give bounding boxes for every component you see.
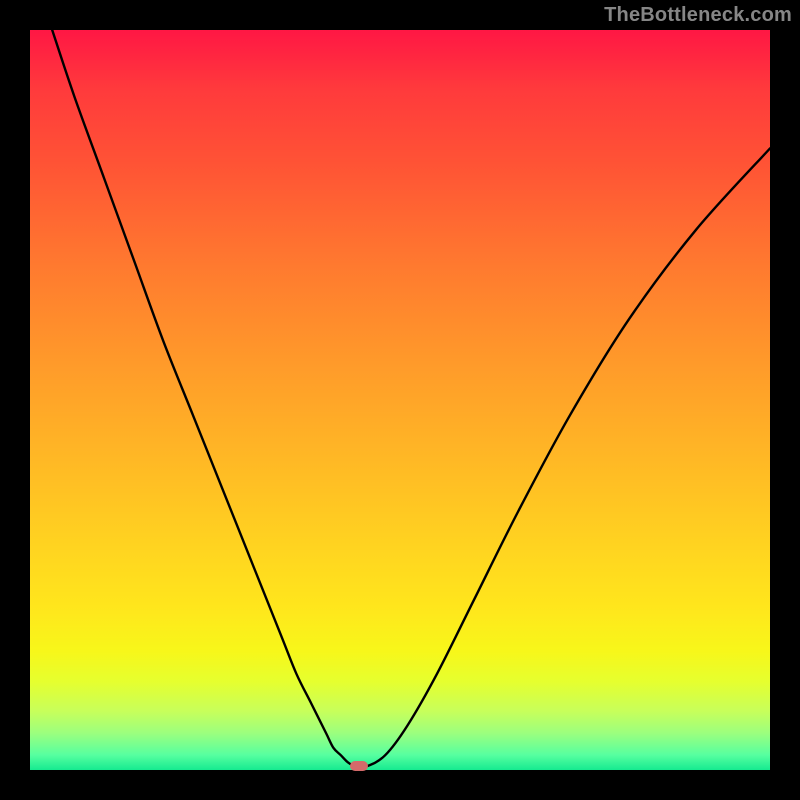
plot-area bbox=[30, 30, 770, 770]
optimal-point-marker bbox=[350, 761, 368, 771]
bottleneck-curve bbox=[30, 30, 770, 770]
watermark-text: TheBottleneck.com bbox=[604, 4, 792, 27]
chart-frame: TheBottleneck.com bbox=[0, 0, 800, 800]
